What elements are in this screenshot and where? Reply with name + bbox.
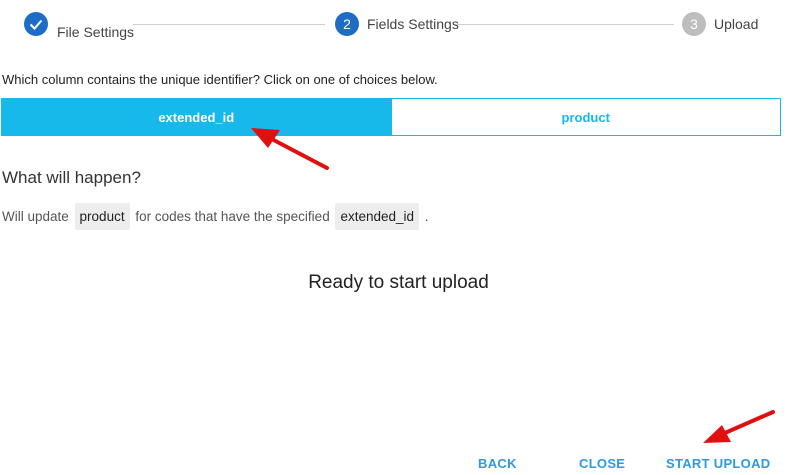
identifier-choice-group: extended_id product — [1, 98, 781, 136]
desc-middle: for codes that have the specified — [131, 209, 334, 224]
update-description: Will update product for codes that have … — [2, 203, 429, 230]
arrow-to-start-upload — [703, 410, 775, 443]
step-3-label: Upload — [714, 16, 759, 32]
step-1-label: File Settings — [57, 24, 135, 40]
step-2-label: Fields Settings — [367, 16, 459, 32]
desc-suffix: . — [421, 209, 429, 224]
start-upload-button[interactable]: START UPLOAD — [666, 456, 770, 471]
update-field-chip: product — [74, 203, 130, 230]
step-2-number: 2 — [335, 12, 359, 36]
desc-prefix: Will update — [2, 209, 73, 224]
choice-extended-id[interactable]: extended_id — [2, 99, 391, 135]
identifier-chip: extended_id — [335, 203, 420, 230]
step-connector-2 — [456, 24, 674, 25]
step-connector-1 — [133, 24, 325, 25]
what-will-happen-heading: What will happen? — [2, 168, 141, 187]
step-3-number: 3 — [682, 12, 706, 36]
choice-product[interactable]: product — [390, 99, 780, 135]
upload-stepper: File Settings 2 Fields Settings 3 Upload — [0, 0, 797, 50]
step-1-check-icon — [24, 12, 48, 36]
back-button[interactable]: BACK — [478, 456, 517, 471]
ready-status: Ready to start upload — [308, 272, 489, 293]
close-button[interactable]: CLOSE — [579, 456, 625, 471]
identifier-question: Which column contains the unique identif… — [2, 72, 438, 87]
